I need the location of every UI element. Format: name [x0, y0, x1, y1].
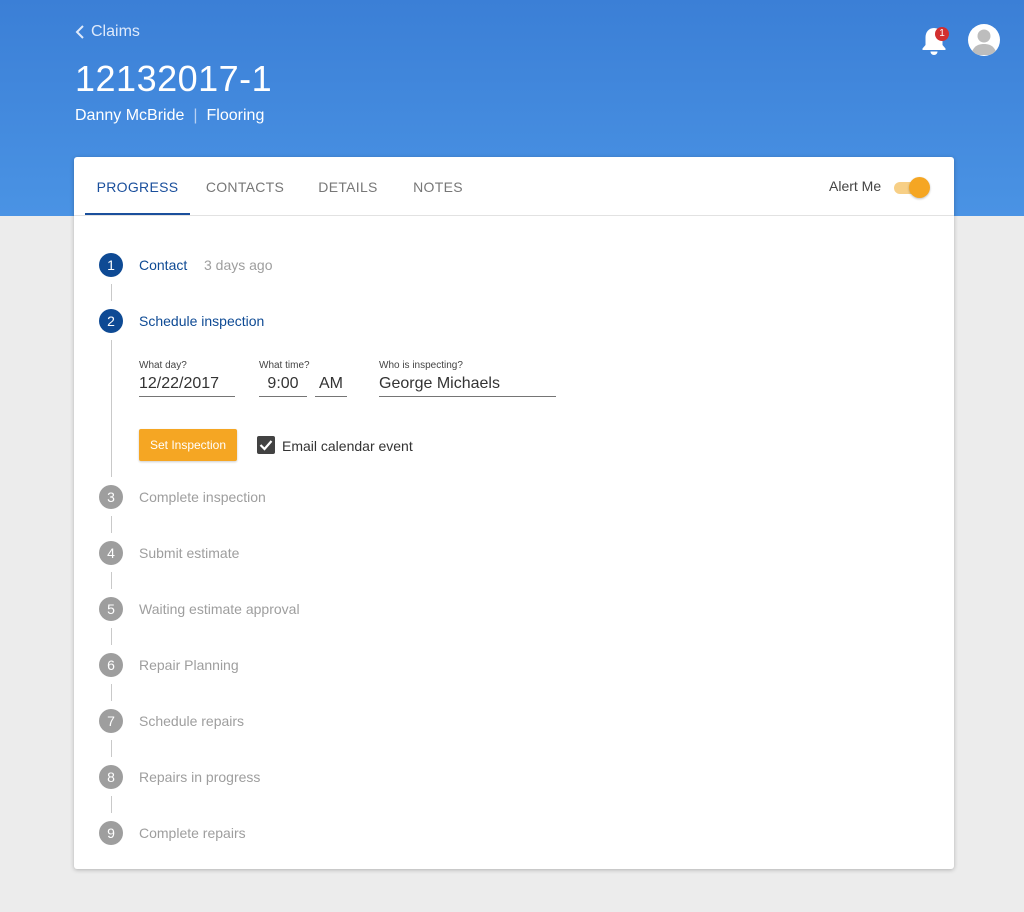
- notifications-button[interactable]: 1: [920, 24, 950, 56]
- notification-count-badge: 1: [935, 27, 949, 41]
- step-connector: [111, 684, 112, 701]
- step-label-waiting-estimate-approval[interactable]: Waiting estimate approval: [139, 601, 300, 617]
- tab-contacts[interactable]: CONTACTS: [202, 157, 288, 215]
- claim-number-title: 12132017-1: [75, 58, 273, 99]
- step-connector: [111, 284, 112, 301]
- customer-name: Danny McBride: [75, 107, 185, 124]
- inspector-input[interactable]: [379, 371, 556, 397]
- step-timestamp: 3 days ago: [204, 257, 273, 273]
- time-field-label: What time?: [259, 360, 310, 371]
- step-label-repairs-in-progress[interactable]: Repairs in progress: [139, 769, 260, 785]
- step-label-schedule-repairs[interactable]: Schedule repairs: [139, 713, 244, 729]
- step-label-schedule-inspection[interactable]: Schedule inspection: [139, 313, 264, 329]
- step-connector: [111, 516, 112, 533]
- step-label-submit-estimate[interactable]: Submit estimate: [139, 545, 239, 561]
- step-number-9: 9: [99, 821, 123, 845]
- step-connector: [111, 796, 112, 813]
- step-label-repair-planning[interactable]: Repair Planning: [139, 657, 239, 673]
- step-connector: [111, 572, 112, 589]
- step-number-6: 6: [99, 653, 123, 677]
- step-number-4: 4: [99, 541, 123, 565]
- alert-me-label: Alert Me: [829, 178, 882, 194]
- step-connector: [111, 628, 112, 645]
- tab-bar: PROGRESS CONTACTS DETAILS NOTES Alert Me: [74, 157, 954, 216]
- back-to-claims-link[interactable]: Claims: [75, 23, 140, 41]
- set-inspection-button[interactable]: Set Inspection: [139, 429, 237, 461]
- step-label-complete-inspection[interactable]: Complete inspection: [139, 489, 266, 505]
- step-number-8: 8: [99, 765, 123, 789]
- tab-notes[interactable]: NOTES: [410, 157, 466, 215]
- toggle-thumb: [909, 177, 930, 198]
- step-number-7: 7: [99, 709, 123, 733]
- tab-progress[interactable]: PROGRESS: [85, 157, 190, 215]
- email-calendar-label: Email calendar event: [282, 438, 413, 454]
- email-calendar-checkbox[interactable]: [257, 436, 275, 454]
- step-number-2: 2: [99, 309, 123, 333]
- step-number-5: 5: [99, 597, 123, 621]
- check-icon: [259, 440, 273, 451]
- step-connector: [111, 340, 112, 477]
- ampm-input[interactable]: [315, 371, 347, 397]
- user-avatar-icon: [971, 29, 997, 55]
- step-number-3: 3: [99, 485, 123, 509]
- day-field-label: What day?: [139, 360, 187, 371]
- back-label: Claims: [91, 23, 140, 40]
- step-number-1: 1: [99, 253, 123, 277]
- tab-details[interactable]: DETAILS: [314, 157, 382, 215]
- account-avatar[interactable]: [968, 24, 1000, 56]
- chevron-left-icon: [75, 25, 84, 39]
- claim-category: Flooring: [206, 107, 265, 124]
- alert-me-toggle[interactable]: [893, 177, 931, 198]
- step-label-contact[interactable]: Contact: [139, 257, 187, 273]
- day-input[interactable]: [139, 371, 235, 397]
- subtitle-divider: |: [193, 107, 198, 124]
- claim-subtitle: Danny McBride | Flooring: [75, 107, 264, 125]
- time-input[interactable]: [259, 371, 307, 397]
- inspector-field-label: Who is inspecting?: [379, 360, 463, 371]
- claim-progress-card: PROGRESS CONTACTS DETAILS NOTES Alert Me…: [74, 157, 954, 869]
- step-label-complete-repairs[interactable]: Complete repairs: [139, 825, 246, 841]
- step-connector: [111, 740, 112, 757]
